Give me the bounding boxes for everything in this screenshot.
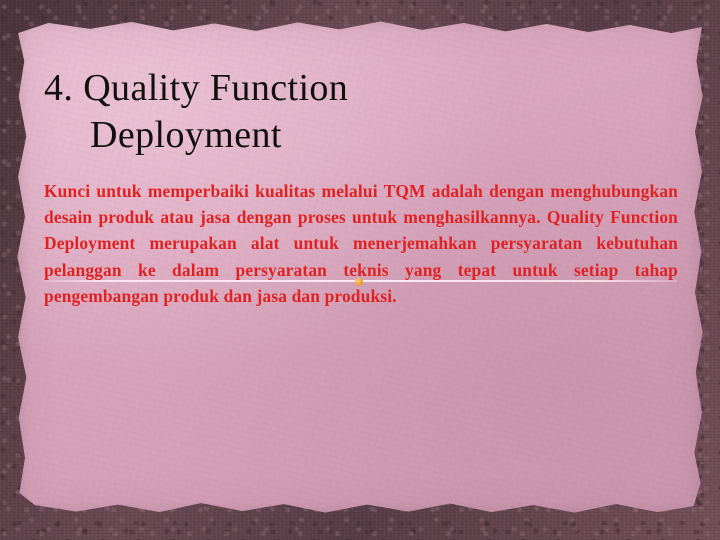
slide-title-line-2: Deployment [90,114,282,157]
slide-body-text: Kunci untuk memperbaiki kualitas melalui… [44,178,678,309]
body-line-7: dan jasa dan produksi. [223,285,397,306]
orange-marker-dot-icon [355,278,363,286]
body-line-4: Deployment merupakan alat untuk menerjem… [44,233,477,254]
body-line-3: proses untuk menghasilkannya. Quality Fu… [297,207,678,228]
slide-title: 4. Quality Function Deployment [44,65,644,159]
slide-content: 4. Quality Function Deployment Kunci untu… [0,0,720,540]
body-line-1: Kunci untuk memperbaiki kualitas melalui… [44,181,483,201]
slide-title-line-1: 4. Quality Function [44,67,349,110]
slide-canvas: 4. Quality Function Deployment Kunci untu… [0,0,720,540]
